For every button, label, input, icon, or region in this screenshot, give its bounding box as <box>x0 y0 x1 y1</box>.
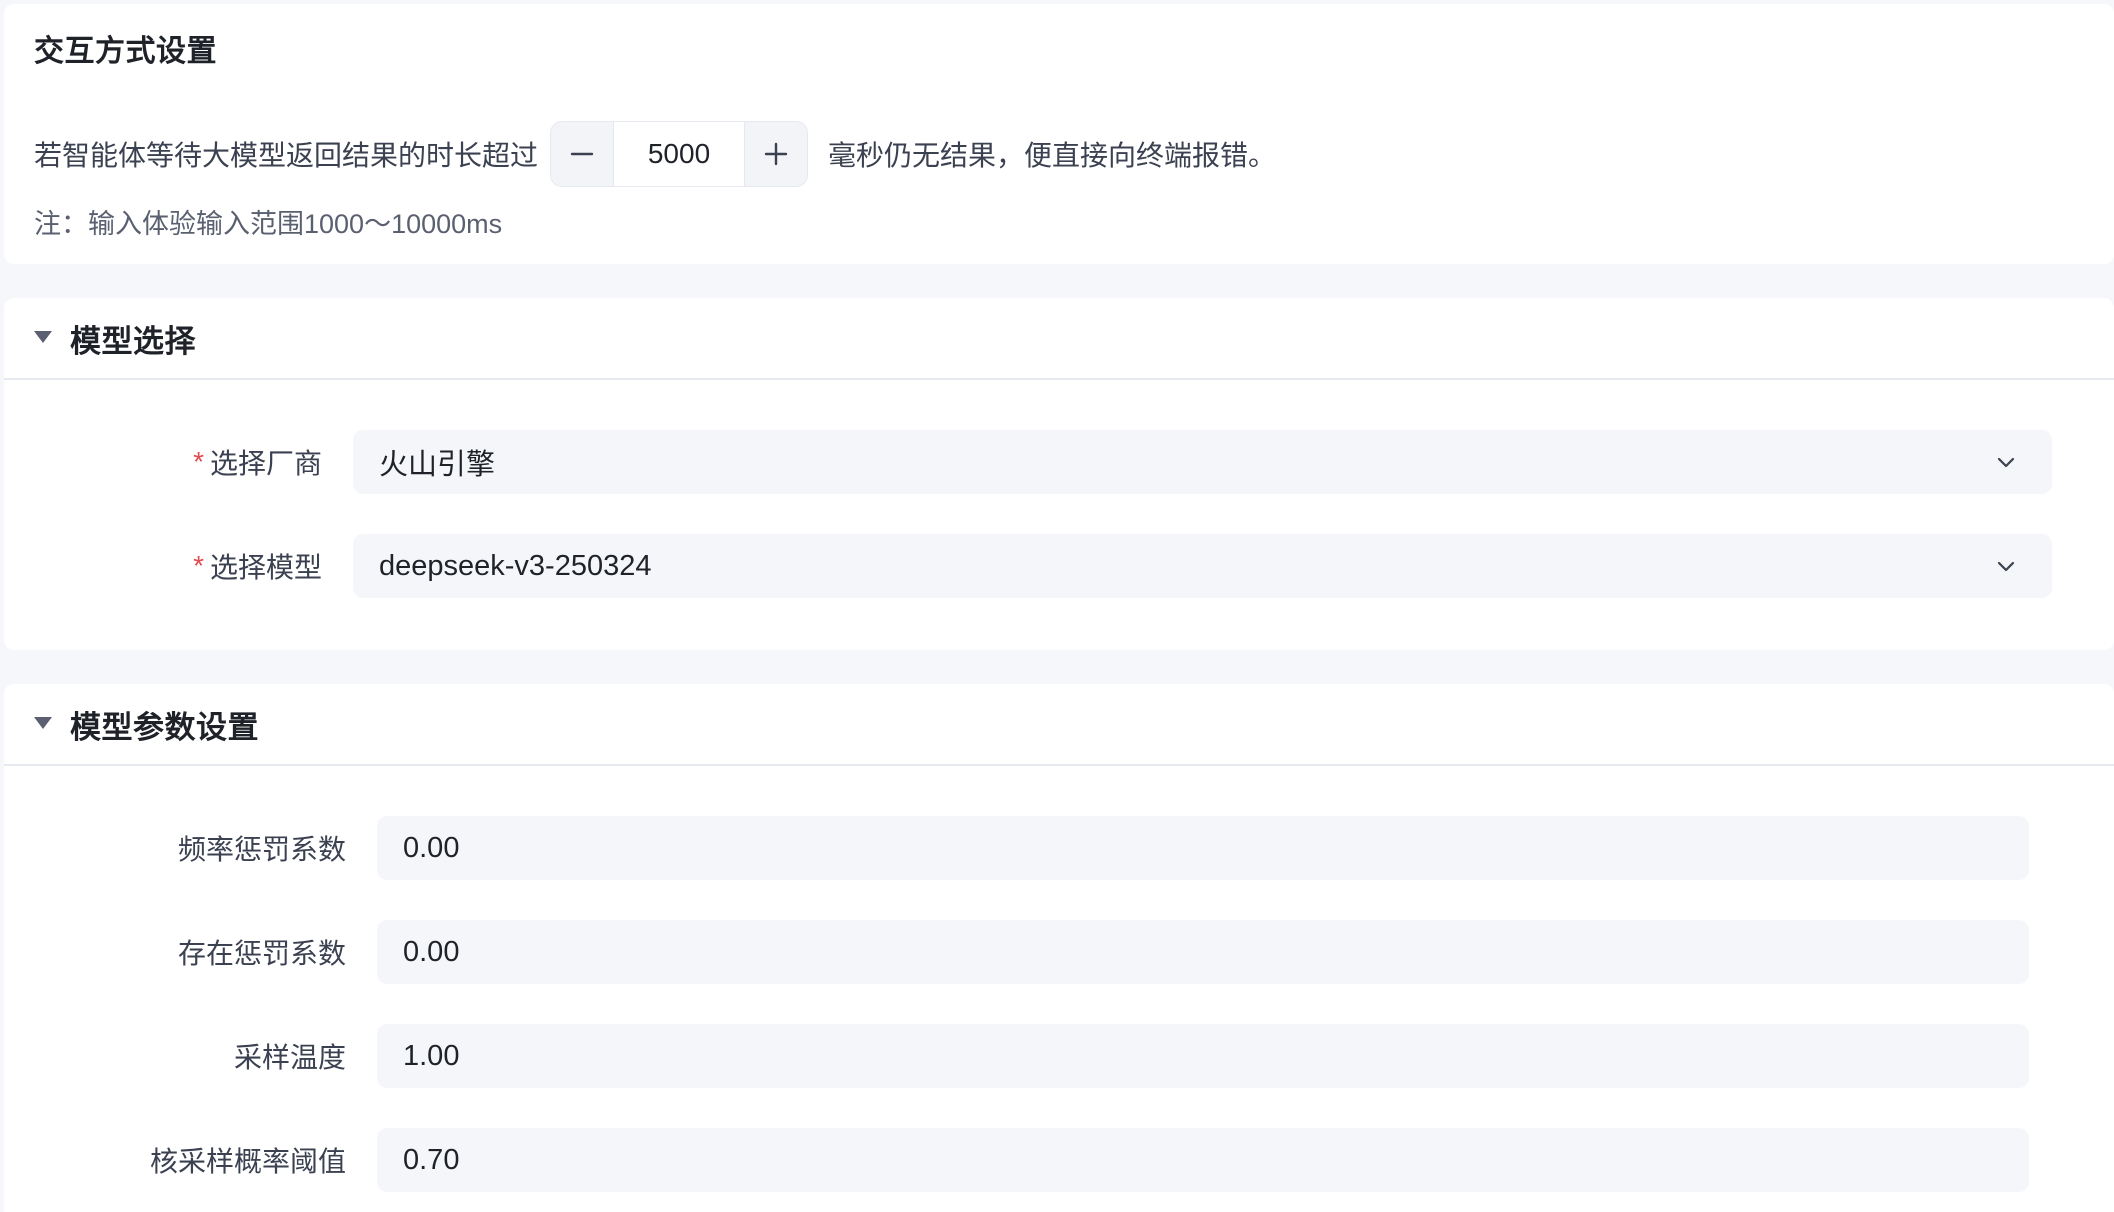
timeout-value-input[interactable]: 5000 <box>613 122 746 186</box>
timeout-row: 若智能体等待大模型返回结果的时长超过 5000 毫秒仍无结果，便直接向终端报错。 <box>34 121 1277 187</box>
temperature-label: 采样温度 <box>233 1042 346 1073</box>
timeout-prefix-text: 若智能体等待大模型返回结果的时长超过 <box>34 140 539 171</box>
frequency-penalty-input[interactable]: 0.00 <box>377 816 2029 880</box>
temperature-row: 采样温度 1.00 <box>0 1024 2114 1088</box>
settings-page: 交互方式设置 若智能体等待大模型返回结果的时长超过 5000 毫秒仍无结果，便直… <box>0 0 2114 1212</box>
model-select-value: deepseek-v3-250324 <box>379 549 652 582</box>
presence-penalty-input[interactable]: 0.00 <box>377 920 2029 984</box>
frequency-penalty-row: 频率惩罚系数 0.00 <box>0 816 2114 880</box>
interaction-settings-title: 交互方式设置 <box>34 35 217 68</box>
vendor-label-text: 选择厂商 <box>209 448 322 479</box>
top-p-input[interactable]: 0.70 <box>377 1128 2029 1192</box>
chevron-down-icon <box>1997 457 2015 468</box>
temperature-value: 1.00 <box>403 1039 460 1072</box>
timeout-stepper[interactable]: 5000 <box>550 121 809 187</box>
model-label-text: 选择模型 <box>209 552 322 583</box>
presence-penalty-label: 存在惩罚系数 <box>177 938 346 969</box>
vendor-select[interactable]: 火山引擎 <box>353 430 2052 494</box>
timeout-range-note: 注：输入体验输入范围1000～10000ms <box>34 209 503 239</box>
model-row: * 选择模型 deepseek-v3-250324 <box>0 534 2114 598</box>
model-label: * 选择模型 <box>0 534 322 598</box>
presence-penalty-value: 0.00 <box>403 935 460 968</box>
timeout-suffix-text: 毫秒仍无结果，便直接向终端报错。 <box>828 140 1277 171</box>
frequency-penalty-label: 频率惩罚系数 <box>177 834 346 865</box>
top-p-label: 核采样概率阈值 <box>149 1146 346 1177</box>
decrement-button[interactable] <box>551 122 614 186</box>
top-p-value: 0.70 <box>403 1143 460 1176</box>
model-selection-title: 模型选择 <box>70 324 196 359</box>
vendor-select-value: 火山引擎 <box>379 449 496 481</box>
model-params-title: 模型参数设置 <box>70 710 259 745</box>
frequency-penalty-value: 0.00 <box>403 831 460 864</box>
plus-icon <box>764 142 788 166</box>
required-mark: * <box>193 446 204 477</box>
vendor-row: * 选择厂商 火山引擎 <box>0 430 2114 494</box>
minus-icon <box>570 152 594 156</box>
model-params-header[interactable]: 模型参数设置 <box>4 684 2114 766</box>
caret-down-icon <box>34 331 52 343</box>
temperature-input[interactable]: 1.00 <box>377 1024 2029 1088</box>
increment-button[interactable] <box>745 122 808 186</box>
interaction-settings-card: 交互方式设置 若智能体等待大模型返回结果的时长超过 5000 毫秒仍无结果，便直… <box>4 4 2114 264</box>
vendor-label: * 选择厂商 <box>0 430 322 494</box>
caret-down-icon <box>34 717 52 729</box>
model-selection-header[interactable]: 模型选择 <box>4 298 2114 380</box>
model-select[interactable]: deepseek-v3-250324 <box>353 534 2052 598</box>
required-mark: * <box>193 550 204 581</box>
presence-penalty-row: 存在惩罚系数 0.00 <box>0 920 2114 984</box>
chevron-down-icon <box>1997 561 2015 572</box>
top-p-row: 核采样概率阈值 0.70 <box>0 1128 2114 1192</box>
